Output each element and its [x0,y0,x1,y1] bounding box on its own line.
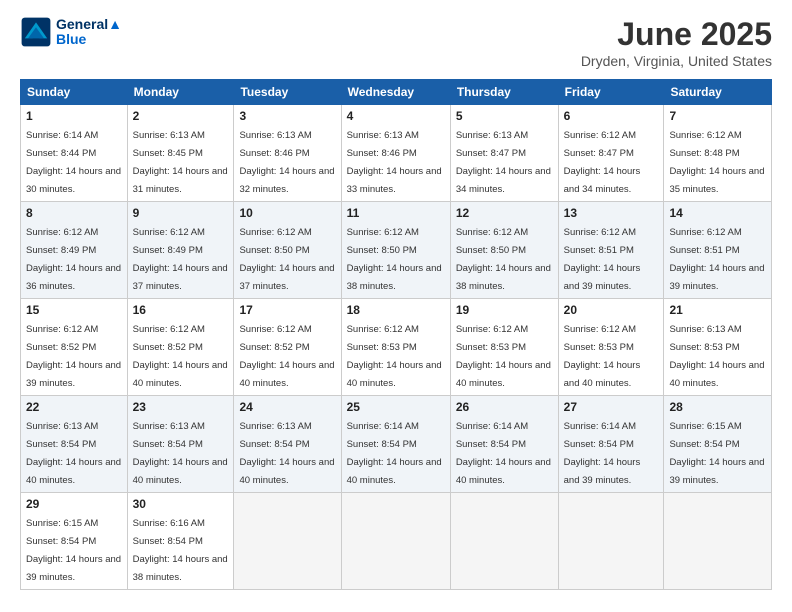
table-row [234,493,341,590]
table-row [664,493,772,590]
table-row: 21Sunrise: 6:13 AMSunset: 8:53 PMDayligh… [664,299,772,396]
table-row: 2Sunrise: 6:13 AMSunset: 8:45 PMDaylight… [127,105,234,202]
table-row: 29Sunrise: 6:15 AMSunset: 8:54 PMDayligh… [21,493,128,590]
table-row: 3Sunrise: 6:13 AMSunset: 8:46 PMDaylight… [234,105,341,202]
col-monday: Monday [127,80,234,105]
table-row [450,493,558,590]
table-row: 27Sunrise: 6:14 AMSunset: 8:54 PMDayligh… [558,396,664,493]
table-row: 17Sunrise: 6:12 AMSunset: 8:52 PMDayligh… [234,299,341,396]
col-tuesday: Tuesday [234,80,341,105]
table-row: 7Sunrise: 6:12 AMSunset: 8:48 PMDaylight… [664,105,772,202]
table-row: 6Sunrise: 6:12 AMSunset: 8:47 PMDaylight… [558,105,664,202]
logo: General▲ Blue [20,16,122,48]
logo-icon [20,16,52,48]
table-row: 19Sunrise: 6:12 AMSunset: 8:53 PMDayligh… [450,299,558,396]
logo-text: General▲ Blue [56,17,122,48]
table-row: 12Sunrise: 6:12 AMSunset: 8:50 PMDayligh… [450,202,558,299]
table-row: 13Sunrise: 6:12 AMSunset: 8:51 PMDayligh… [558,202,664,299]
table-row: 30Sunrise: 6:16 AMSunset: 8:54 PMDayligh… [127,493,234,590]
table-row: 25Sunrise: 6:14 AMSunset: 8:54 PMDayligh… [341,396,450,493]
table-row: 15Sunrise: 6:12 AMSunset: 8:52 PMDayligh… [21,299,128,396]
table-row: 8Sunrise: 6:12 AMSunset: 8:49 PMDaylight… [21,202,128,299]
month-title: June 2025 [581,16,772,53]
table-row [558,493,664,590]
calendar-header-row: Sunday Monday Tuesday Wednesday Thursday… [21,80,772,105]
page: General▲ Blue June 2025 Dryden, Virginia… [0,0,792,612]
table-row: 5Sunrise: 6:13 AMSunset: 8:47 PMDaylight… [450,105,558,202]
table-row: 16Sunrise: 6:12 AMSunset: 8:52 PMDayligh… [127,299,234,396]
table-row: 22Sunrise: 6:13 AMSunset: 8:54 PMDayligh… [21,396,128,493]
table-row: 10Sunrise: 6:12 AMSunset: 8:50 PMDayligh… [234,202,341,299]
col-wednesday: Wednesday [341,80,450,105]
table-row: 24Sunrise: 6:13 AMSunset: 8:54 PMDayligh… [234,396,341,493]
table-row: 18Sunrise: 6:12 AMSunset: 8:53 PMDayligh… [341,299,450,396]
header: General▲ Blue June 2025 Dryden, Virginia… [20,16,772,69]
table-row: 1Sunrise: 6:14 AMSunset: 8:44 PMDaylight… [21,105,128,202]
table-row: 23Sunrise: 6:13 AMSunset: 8:54 PMDayligh… [127,396,234,493]
table-row: 20Sunrise: 6:12 AMSunset: 8:53 PMDayligh… [558,299,664,396]
col-saturday: Saturday [664,80,772,105]
col-friday: Friday [558,80,664,105]
table-row [341,493,450,590]
table-row: 14Sunrise: 6:12 AMSunset: 8:51 PMDayligh… [664,202,772,299]
col-sunday: Sunday [21,80,128,105]
col-thursday: Thursday [450,80,558,105]
table-row: 9Sunrise: 6:12 AMSunset: 8:49 PMDaylight… [127,202,234,299]
table-row: 28Sunrise: 6:15 AMSunset: 8:54 PMDayligh… [664,396,772,493]
title-block: June 2025 Dryden, Virginia, United State… [581,16,772,69]
location: Dryden, Virginia, United States [581,53,772,69]
table-row: 11Sunrise: 6:12 AMSunset: 8:50 PMDayligh… [341,202,450,299]
table-row: 4Sunrise: 6:13 AMSunset: 8:46 PMDaylight… [341,105,450,202]
calendar: Sunday Monday Tuesday Wednesday Thursday… [20,79,772,590]
table-row: 26Sunrise: 6:14 AMSunset: 8:54 PMDayligh… [450,396,558,493]
